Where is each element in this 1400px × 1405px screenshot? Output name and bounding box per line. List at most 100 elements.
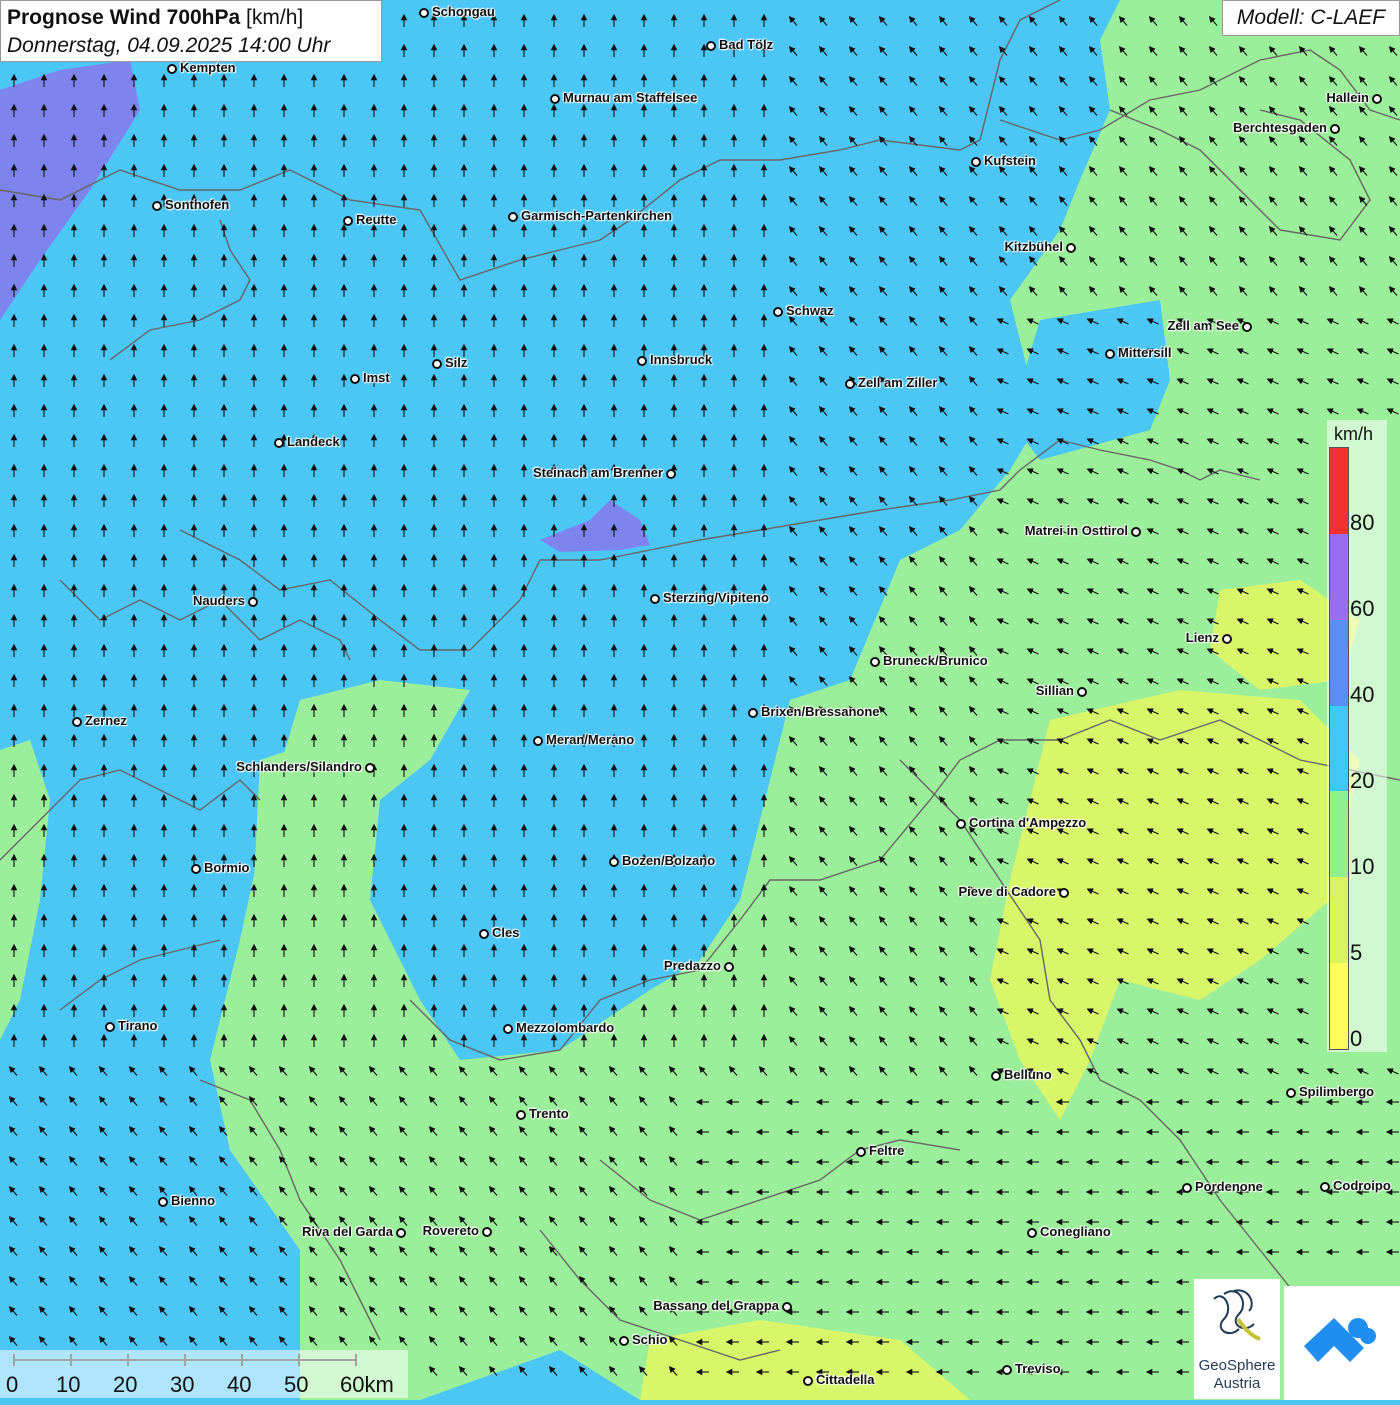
- place-marker-icon: [1320, 1182, 1330, 1192]
- place-label: Bienno: [171, 1193, 216, 1208]
- place-marker-icon: [152, 201, 162, 211]
- place-label: Bruneck/Brunico: [883, 653, 988, 668]
- place-label: Bassano del Grappa: [653, 1298, 779, 1313]
- legend-swatch: [1330, 705, 1348, 792]
- place-marker-icon: [516, 1110, 526, 1120]
- place-label: Codroipo: [1333, 1178, 1391, 1193]
- geosphere-logo[interactable]: GeoSphere Austria: [1194, 1279, 1280, 1399]
- legend-swatch: [1330, 533, 1348, 620]
- legend-label: 10: [1350, 854, 1375, 879]
- legend-swatch: [1330, 877, 1348, 964]
- place-label: Schio: [632, 1332, 668, 1347]
- place-marker-icon: [956, 819, 966, 829]
- place-label: Cortina d'Ampezzo: [969, 815, 1087, 830]
- place-marker-icon: [248, 597, 258, 607]
- scale-label: 0: [6, 1372, 19, 1397]
- geosphere-emblem-icon: [1213, 1289, 1261, 1341]
- scale-label: 20: [113, 1372, 138, 1397]
- place-marker-icon: [508, 212, 518, 222]
- title-box: Prognose Wind 700hPa [km/h] Donnerstag, …: [0, 0, 382, 62]
- place-marker-icon: [773, 307, 783, 317]
- place-marker-icon: [158, 1197, 168, 1207]
- legend-label: 60: [1350, 596, 1375, 621]
- place-marker-icon: [1182, 1183, 1192, 1193]
- place-marker-icon: [619, 1336, 629, 1346]
- legend-label: 0: [1350, 1026, 1363, 1051]
- place-label: Predazzo: [663, 958, 721, 973]
- place-label: Steinach am Brenner: [532, 465, 663, 480]
- scale-label: 10: [56, 1372, 81, 1397]
- place-marker-icon: [706, 41, 716, 51]
- place-label: Conegliano: [1040, 1224, 1111, 1239]
- place-label: Schlanders/Silandro: [236, 759, 362, 774]
- place-marker-icon: [609, 857, 619, 867]
- place-label: Mittersill: [1118, 345, 1172, 360]
- legend-unit: km/h: [1334, 424, 1374, 444]
- app-logo[interactable]: [1284, 1286, 1400, 1400]
- place-marker-icon: [1105, 349, 1115, 359]
- place-label: Pieve di Cadore: [958, 884, 1056, 899]
- place-label: Murnau am Staffelsee: [563, 90, 698, 105]
- place-marker-icon: [1059, 888, 1069, 898]
- scale-label: 30: [170, 1372, 195, 1397]
- map-title: Prognose Wind 700hPa [km/h]: [7, 6, 304, 29]
- place-label: Sillian: [1035, 683, 1074, 698]
- place-label: Bozen/Bolzano: [622, 853, 716, 868]
- legend-swatch: [1330, 448, 1348, 534]
- place-marker-icon: [1372, 94, 1382, 104]
- place-marker-icon: [845, 379, 855, 389]
- place-label: Tirano: [118, 1018, 158, 1033]
- place-marker-icon: [419, 8, 429, 18]
- place-marker-icon: [350, 374, 360, 384]
- legend-swatch: [1330, 963, 1348, 1050]
- place-label: Berchtesgaden: [1233, 120, 1327, 135]
- model-label: Modell: C-LAEF: [1222, 0, 1400, 36]
- place-marker-icon: [1027, 1228, 1037, 1238]
- place-label: Mezzolombardo: [516, 1020, 615, 1035]
- place-label: Riva del Garda: [301, 1224, 393, 1239]
- scale-label: 50: [284, 1372, 309, 1397]
- place-marker-icon: [365, 763, 375, 773]
- place-label: Kufstein: [984, 153, 1036, 168]
- legend-label: 80: [1350, 510, 1375, 535]
- place-label: Belluno: [1004, 1067, 1052, 1082]
- place-label: Rovereto: [422, 1223, 479, 1238]
- place-label: Sonthofen: [165, 197, 230, 212]
- place-marker-icon: [1077, 687, 1087, 697]
- place-label: Treviso: [1015, 1361, 1061, 1376]
- place-label: Zell am See: [1167, 318, 1239, 333]
- place-marker-icon: [396, 1228, 406, 1238]
- place-label: Sterzing/Vipiteno: [663, 590, 769, 605]
- place-label: Cles: [492, 925, 520, 940]
- place-label: Kitzbühel: [1004, 239, 1064, 254]
- place-label: Feltre: [869, 1143, 905, 1158]
- place-marker-icon: [1131, 527, 1141, 537]
- place-marker-icon: [724, 962, 734, 972]
- place-marker-icon: [105, 1022, 115, 1032]
- place-label: Bad Tölz: [719, 37, 774, 52]
- place-marker-icon: [482, 1227, 492, 1237]
- place-marker-icon: [971, 157, 981, 167]
- legend-label: 20: [1350, 768, 1375, 793]
- place-marker-icon: [503, 1024, 513, 1034]
- place-marker-icon: [191, 864, 201, 874]
- place-label: Schwaz: [786, 303, 834, 318]
- place-marker-icon: [1002, 1365, 1012, 1375]
- place-label: Garmisch-Partenkirchen: [521, 208, 673, 223]
- geosphere-country: Austria: [1213, 1375, 1261, 1392]
- place-marker-icon: [650, 594, 660, 604]
- place-marker-icon: [991, 1071, 1001, 1081]
- place-marker-icon: [432, 359, 442, 369]
- place-marker-icon: [782, 1302, 792, 1312]
- place-marker-icon: [803, 1376, 813, 1386]
- place-marker-icon: [748, 708, 758, 718]
- place-label: Schongau: [432, 4, 495, 19]
- legend-color-bar: [1329, 447, 1349, 1050]
- place-marker-icon: [1222, 634, 1232, 644]
- scale-label: 60km: [340, 1372, 394, 1397]
- place-marker-icon: [856, 1147, 866, 1157]
- place-label: Zell am Ziller: [858, 375, 938, 390]
- place-marker-icon: [274, 438, 284, 448]
- place-label: Bormio: [204, 860, 250, 875]
- place-marker-icon: [1286, 1088, 1296, 1098]
